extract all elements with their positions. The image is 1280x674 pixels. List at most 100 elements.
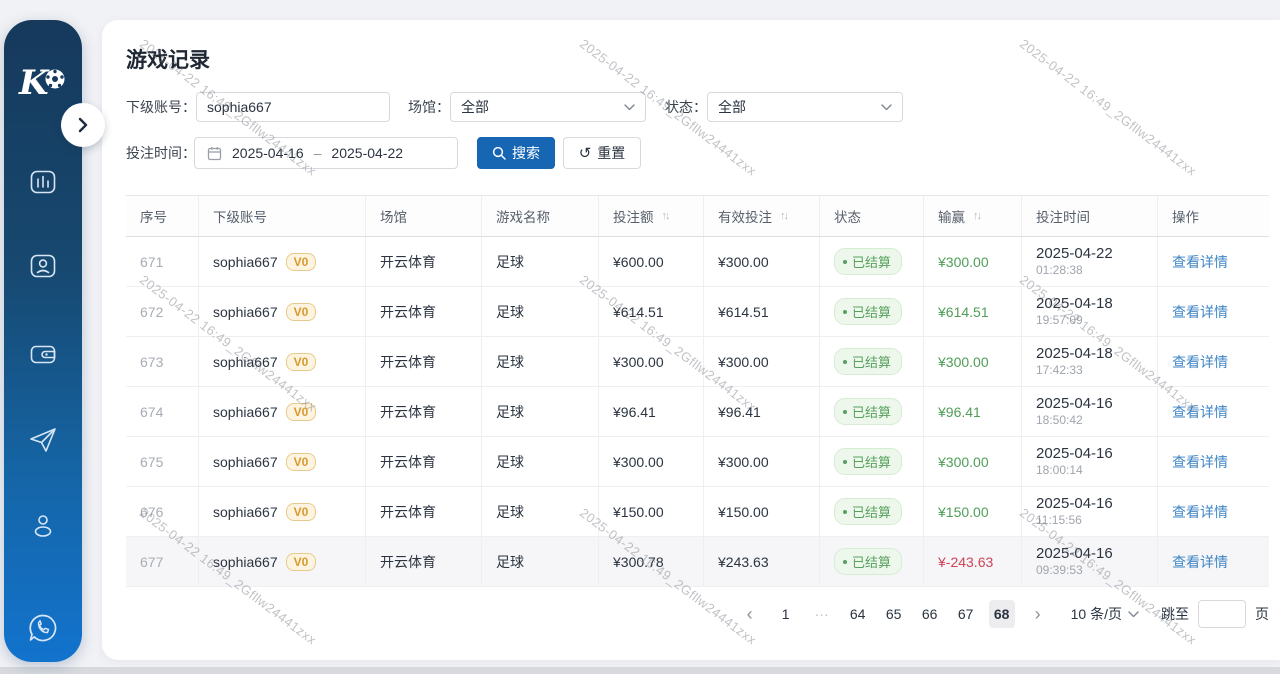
status-text: 已结算 (852, 252, 891, 271)
sort-icon[interactable]: ↑↓ (662, 210, 669, 222)
bet-date: 2025-04-16 (1036, 395, 1113, 414)
header-cell: 操作 (1158, 196, 1269, 236)
sort-icon[interactable]: ↑↓ (973, 210, 980, 222)
header-label: 状态 (834, 206, 861, 226)
status-dot-icon (843, 460, 847, 464)
view-details-link[interactable]: 查看详情 (1172, 502, 1228, 522)
status-text: 已结算 (852, 502, 891, 521)
sidebar-item-wallet[interactable] (27, 338, 59, 370)
view-details-link[interactable]: 查看详情 (1172, 552, 1228, 572)
vip-level-badge: V0 (286, 303, 317, 321)
cell-bet-amount: ¥300.00 (599, 437, 704, 486)
table-header-row: 序号下级账号场馆游戏名称投注额↑↓有效投注↑↓状态输赢↑↓投注时间操作 (126, 195, 1269, 237)
bet-time: 18:00:14 (1036, 463, 1113, 478)
table-row: 674 sophia667 V0 开云体育 足球 ¥96.41 ¥96.41 已… (126, 387, 1269, 437)
pagination-ellipsis: ··· (809, 600, 835, 628)
pagination-page-65[interactable]: 65 (881, 600, 907, 628)
view-details-link[interactable]: 查看详情 (1172, 352, 1228, 372)
cell-win-loss: ¥300.00 (924, 437, 1022, 486)
bottom-edge-strip (0, 667, 1280, 674)
page-jump: 跳至 页 (1161, 600, 1269, 628)
cell-bet-time: 2025-04-16 11:15:56 (1022, 487, 1158, 536)
status-dot-icon (843, 310, 847, 314)
cell-valid-bet: ¥243.63 (704, 537, 820, 586)
search-button[interactable]: 搜索 (477, 137, 555, 169)
calendar-icon (207, 146, 222, 161)
cell-index: 676 (126, 487, 199, 536)
status-dot-icon (843, 360, 847, 364)
table-row: 672 sophia667 V0 开云体育 足球 ¥614.51 ¥614.51… (126, 287, 1269, 337)
pagination-page-66[interactable]: 66 (917, 600, 943, 628)
header-cell: 状态 (820, 196, 924, 236)
bet-time: 18:50:42 (1036, 413, 1113, 428)
sidebar-item-profile[interactable] (27, 510, 59, 542)
view-details-link[interactable]: 查看详情 (1172, 302, 1228, 322)
sidebar-expand-button[interactable] (61, 103, 105, 147)
bet-time: 17:42:33 (1036, 363, 1113, 378)
cell-account: sophia667 V0 (199, 337, 366, 386)
pagination-page-67[interactable]: 67 (953, 600, 979, 628)
bet-time: 19:57:09 (1036, 313, 1113, 328)
account-input[interactable] (196, 92, 390, 122)
status-select[interactable]: 全部 (707, 92, 903, 122)
cell-status: 已结算 (820, 387, 924, 436)
header-cell: 输赢↑↓ (924, 196, 1022, 236)
pagination-page-1[interactable]: 1 (773, 600, 799, 628)
vip-level-badge: V0 (286, 553, 317, 571)
search-icon (492, 146, 506, 160)
search-button-label: 搜索 (512, 143, 540, 163)
sidebar-item-stats[interactable] (27, 166, 59, 198)
chevron-right-icon (77, 117, 89, 133)
venue-select[interactable]: 全部 (450, 92, 646, 122)
status-text: 已结算 (852, 352, 891, 371)
sidebar-item-promotion[interactable] (27, 424, 59, 456)
vip-level-badge: V0 (286, 353, 317, 371)
cell-index: 673 (126, 337, 199, 386)
sidebar-item-account[interactable] (27, 250, 59, 282)
vip-level-badge: V0 (286, 503, 317, 521)
chevron-down-icon (624, 104, 635, 111)
header-cell: 下级账号 (199, 196, 366, 236)
pagination-page-68[interactable]: 68 (989, 600, 1015, 628)
cell-action: 查看详情 (1158, 237, 1269, 286)
pagination-pages: 1 ··· 64 65 66 67 68 (773, 600, 1015, 628)
date-range-separator: – (314, 145, 322, 161)
bet-date: 2025-04-16 (1036, 445, 1113, 464)
vip-level-badge: V0 (286, 403, 317, 421)
cell-bet-amount: ¥300.00 (599, 337, 704, 386)
view-details-link[interactable]: 查看详情 (1172, 402, 1228, 422)
cell-bet-amount: ¥614.51 (599, 287, 704, 336)
cell-game-name: 足球 (482, 437, 599, 486)
page-title: 游戏记录 (126, 44, 210, 74)
app-window: 2025-04-22 16:49_2Gfllw24441zxx2025-04-2… (0, 0, 1280, 674)
sort-icon[interactable]: ↑↓ (780, 210, 787, 222)
sidebar-item-support[interactable] (25, 610, 61, 646)
cell-action: 查看详情 (1158, 337, 1269, 386)
table-row: 676 sophia667 V0 开云体育 足球 ¥150.00 ¥150.00… (126, 487, 1269, 537)
view-details-link[interactable]: 查看详情 (1172, 252, 1228, 272)
pagination-next-button[interactable]: › (1025, 600, 1051, 628)
cell-status: 已结算 (820, 287, 924, 336)
status-dot-icon (843, 410, 847, 414)
pagination-page-64[interactable]: 64 (845, 600, 871, 628)
cell-account: sophia667 V0 (199, 537, 366, 586)
table-row: 673 sophia667 V0 开云体育 足球 ¥300.00 ¥300.00… (126, 337, 1269, 387)
header-cell: 游戏名称 (482, 196, 599, 236)
bet-date: 2025-04-16 (1036, 545, 1113, 564)
date-range-picker[interactable]: 2025-04-16 – 2025-04-22 (194, 137, 458, 169)
page-size-select[interactable]: 10 条/页 (1071, 604, 1139, 624)
cell-bet-time: 2025-04-22 01:28:38 (1022, 237, 1158, 286)
cell-venue: 开云体育 (366, 537, 482, 586)
soccer-logo-icon: K (17, 58, 69, 104)
status-badge: 已结算 (834, 448, 902, 475)
reset-button[interactable]: ↺ 重置 (563, 137, 641, 169)
status-badge: 已结算 (834, 398, 902, 425)
header-cell: 序号 (126, 196, 199, 236)
pagination-prev-button[interactable]: ‹ (737, 600, 763, 628)
main-panel: 游戏记录 下级账号： 场馆： 全部 状态： 全部 投注时间： (102, 20, 1280, 660)
view-details-link[interactable]: 查看详情 (1172, 452, 1228, 472)
cell-bet-amount: ¥96.41 (599, 387, 704, 436)
status-badge: 已结算 (834, 298, 902, 325)
cell-game-name: 足球 (482, 337, 599, 386)
page-jump-input[interactable] (1198, 600, 1246, 628)
